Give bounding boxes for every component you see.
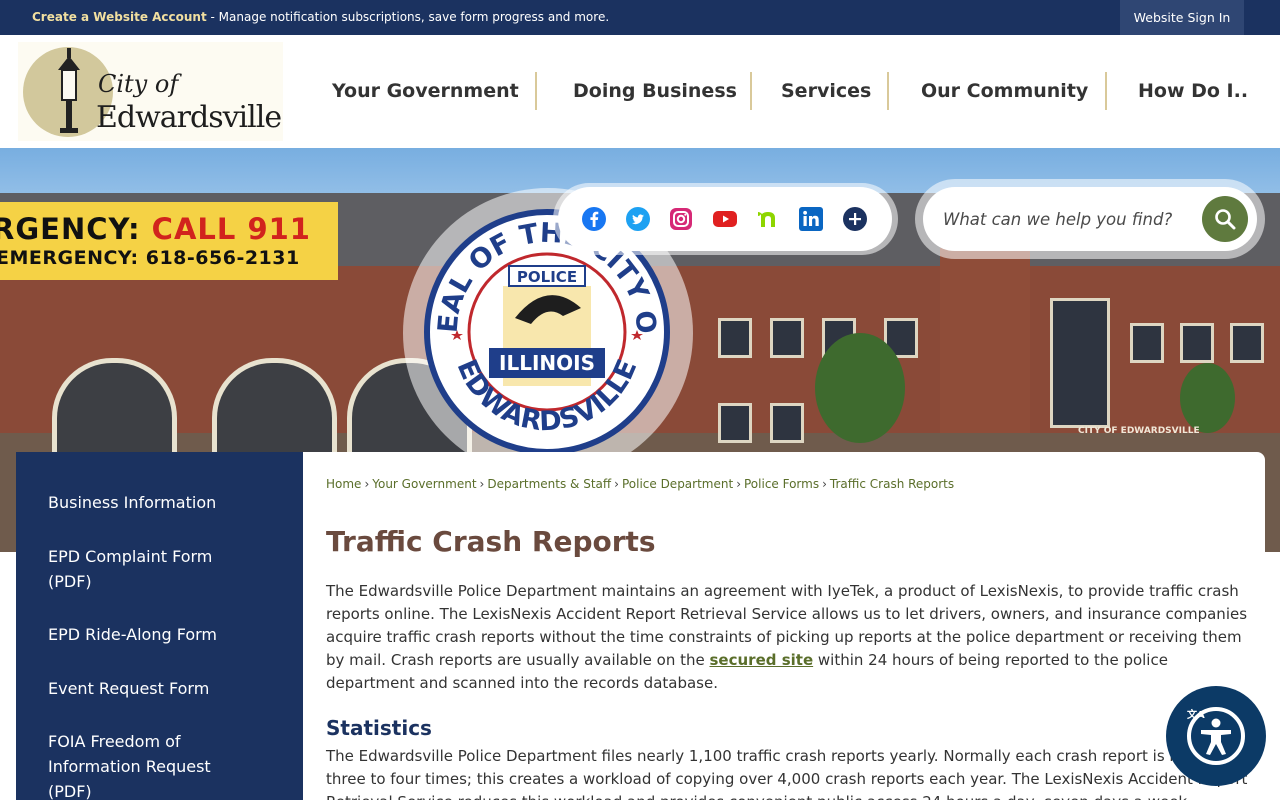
nav-your-government[interactable]: Your Government [332,72,519,110]
building-window [718,318,752,358]
breadcrumb-your-government[interactable]: Your Government [372,477,476,491]
breadcrumb-separator: › [736,477,741,491]
sidebar-item-event-request-form[interactable]: Event Request Form [48,676,248,701]
building-window [1180,323,1214,363]
seal-state: ILLINOIS [499,351,595,375]
emergency-banner: RGENCY: CALL 911 EMERGENCY: 618-656-2131 [0,202,338,280]
nextdoor-icon[interactable] [756,207,780,231]
building-window [1130,323,1164,363]
sidebar-item-business-information[interactable]: Business Information [48,490,248,515]
twitter-icon[interactable] [626,207,650,231]
building-window [1050,298,1110,428]
nav-divider [750,72,752,110]
linkedin-icon[interactable] [799,207,823,231]
nav-doing-business[interactable]: Doing Business [573,72,737,110]
sidebar-item-epd-ride-along-form[interactable]: EPD Ride-Along Form [48,622,248,647]
site-header: City of Edwardsville Your Government Doi… [0,35,1280,148]
garage-door [52,358,177,463]
nav-divider [535,72,537,110]
sign-in-button[interactable]: Website Sign In [1120,0,1244,35]
more-icon[interactable] [843,207,867,231]
facebook-icon[interactable] [582,207,606,231]
intro-paragraph: The Edwardsville Police Department maint… [326,580,1248,695]
breadcrumb-home[interactable]: Home [326,477,361,491]
tree [1180,363,1235,433]
breadcrumb-separator: › [614,477,619,491]
search-icon [1215,209,1236,230]
main-nav: Your Government Doing Business Services … [0,72,1280,110]
sidebar-item-foia-request[interactable]: FOIA Freedom of Information Request (PDF… [48,729,228,800]
seal-banner: POLICE [517,268,577,286]
account-message: Create a Website Account - Manage notifi… [32,10,609,24]
emergency-call: CALL 911 [151,212,311,246]
breadcrumb-current: Traffic Crash Reports [829,477,955,491]
garage-door [212,358,337,463]
nav-divider [887,72,889,110]
statistics-paragraph: The Edwardsville Police Department files… [326,747,1247,800]
instagram-icon[interactable] [669,207,693,231]
emergency-label: RGENCY: [0,212,152,246]
page-title: Traffic Crash Reports [326,525,656,558]
accessibility-icon: 文A [1187,707,1245,765]
building-window [718,403,752,443]
building-window [770,318,804,358]
breadcrumb-police-forms[interactable]: Police Forms [744,477,819,491]
create-account-link[interactable]: Create a Website Account [32,10,207,24]
search-input[interactable] [943,205,1193,233]
building-window [1230,323,1264,363]
sidebar-item-epd-complaint-form[interactable]: EPD Complaint Form (PDF) [48,544,228,594]
nav-services[interactable]: Services [781,72,871,110]
breadcrumb-separator: › [822,477,827,491]
breadcrumb-separator: › [479,477,485,491]
building-sign: CITY OF EDWARDSVILLE [1078,426,1200,436]
building-tower [940,248,1030,448]
search-button[interactable] [1202,196,1248,242]
top-bar: Create a Website Account - Manage notifi… [0,0,1280,35]
youtube-icon[interactable] [713,207,737,231]
accessibility-button[interactable]: 文A [1166,686,1266,786]
account-message-text: - Manage notification subscriptions, sav… [206,10,610,24]
nav-how-do-i[interactable]: How Do I.. [1138,72,1248,110]
breadcrumb-departments-staff[interactable]: Departments & Staff [487,477,611,491]
tree [815,333,905,443]
sidebar: Business Information EPD Complaint Form … [16,452,303,800]
nav-divider [1105,72,1107,110]
breadcrumb: Home › Your Government › Departments & Staff… [326,477,954,491]
building-window [770,403,804,443]
non-emergency-line: EMERGENCY: 618-656-2131 [0,247,300,269]
breadcrumb-police-department[interactable]: Police Department [622,477,733,491]
breadcrumb-separator: › [364,477,370,491]
nav-our-community[interactable]: Our Community [921,72,1088,110]
emergency-line: RGENCY: CALL 911 [0,212,311,246]
svg-text:文A: 文A [1187,708,1205,721]
secured-site-link[interactable]: secured site [710,651,814,669]
statistics-heading: Statistics [326,716,432,740]
